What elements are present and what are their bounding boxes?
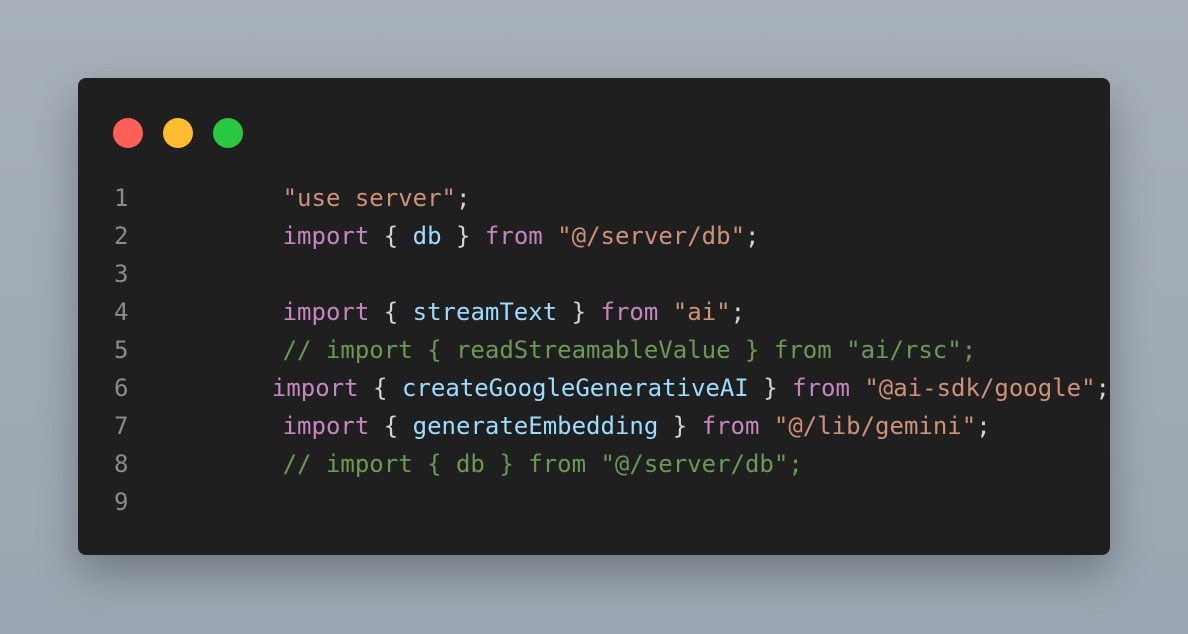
line-number: 3	[114, 260, 129, 288]
line-number: 2	[114, 222, 129, 250]
line-number: 7	[114, 412, 129, 440]
line-number: 8	[114, 450, 129, 478]
code-token: "@/lib/gemini"	[773, 412, 977, 440]
line-content: // import { db } from "@/server/db";	[167, 407, 803, 521]
line-number: 4	[114, 298, 129, 326]
code-token: db	[412, 222, 442, 250]
line-number: 9	[114, 488, 129, 516]
code-token: ;	[745, 222, 760, 250]
code-token: {	[369, 222, 413, 250]
line-number: 5	[114, 336, 129, 364]
code-token: ;	[1095, 374, 1110, 402]
code-token: import	[282, 222, 370, 250]
code-block: 1 "use server"; 2 import { db } from "@/…	[78, 179, 1110, 521]
code-token: }	[441, 222, 485, 250]
code-window: 1 "use server"; 2 import { db } from "@/…	[78, 78, 1110, 555]
code-token: ;	[976, 412, 991, 440]
code-token: "@/server/db"	[557, 222, 746, 250]
code-line-2: 2 import { db } from "@/server/db";	[78, 217, 1110, 255]
code-token: from	[484, 222, 543, 250]
code-token: // import { db } from "@/server/db";	[282, 450, 803, 478]
line-number: 6	[114, 374, 129, 402]
line-number: 1	[114, 184, 129, 212]
close-button[interactable]	[113, 118, 143, 148]
